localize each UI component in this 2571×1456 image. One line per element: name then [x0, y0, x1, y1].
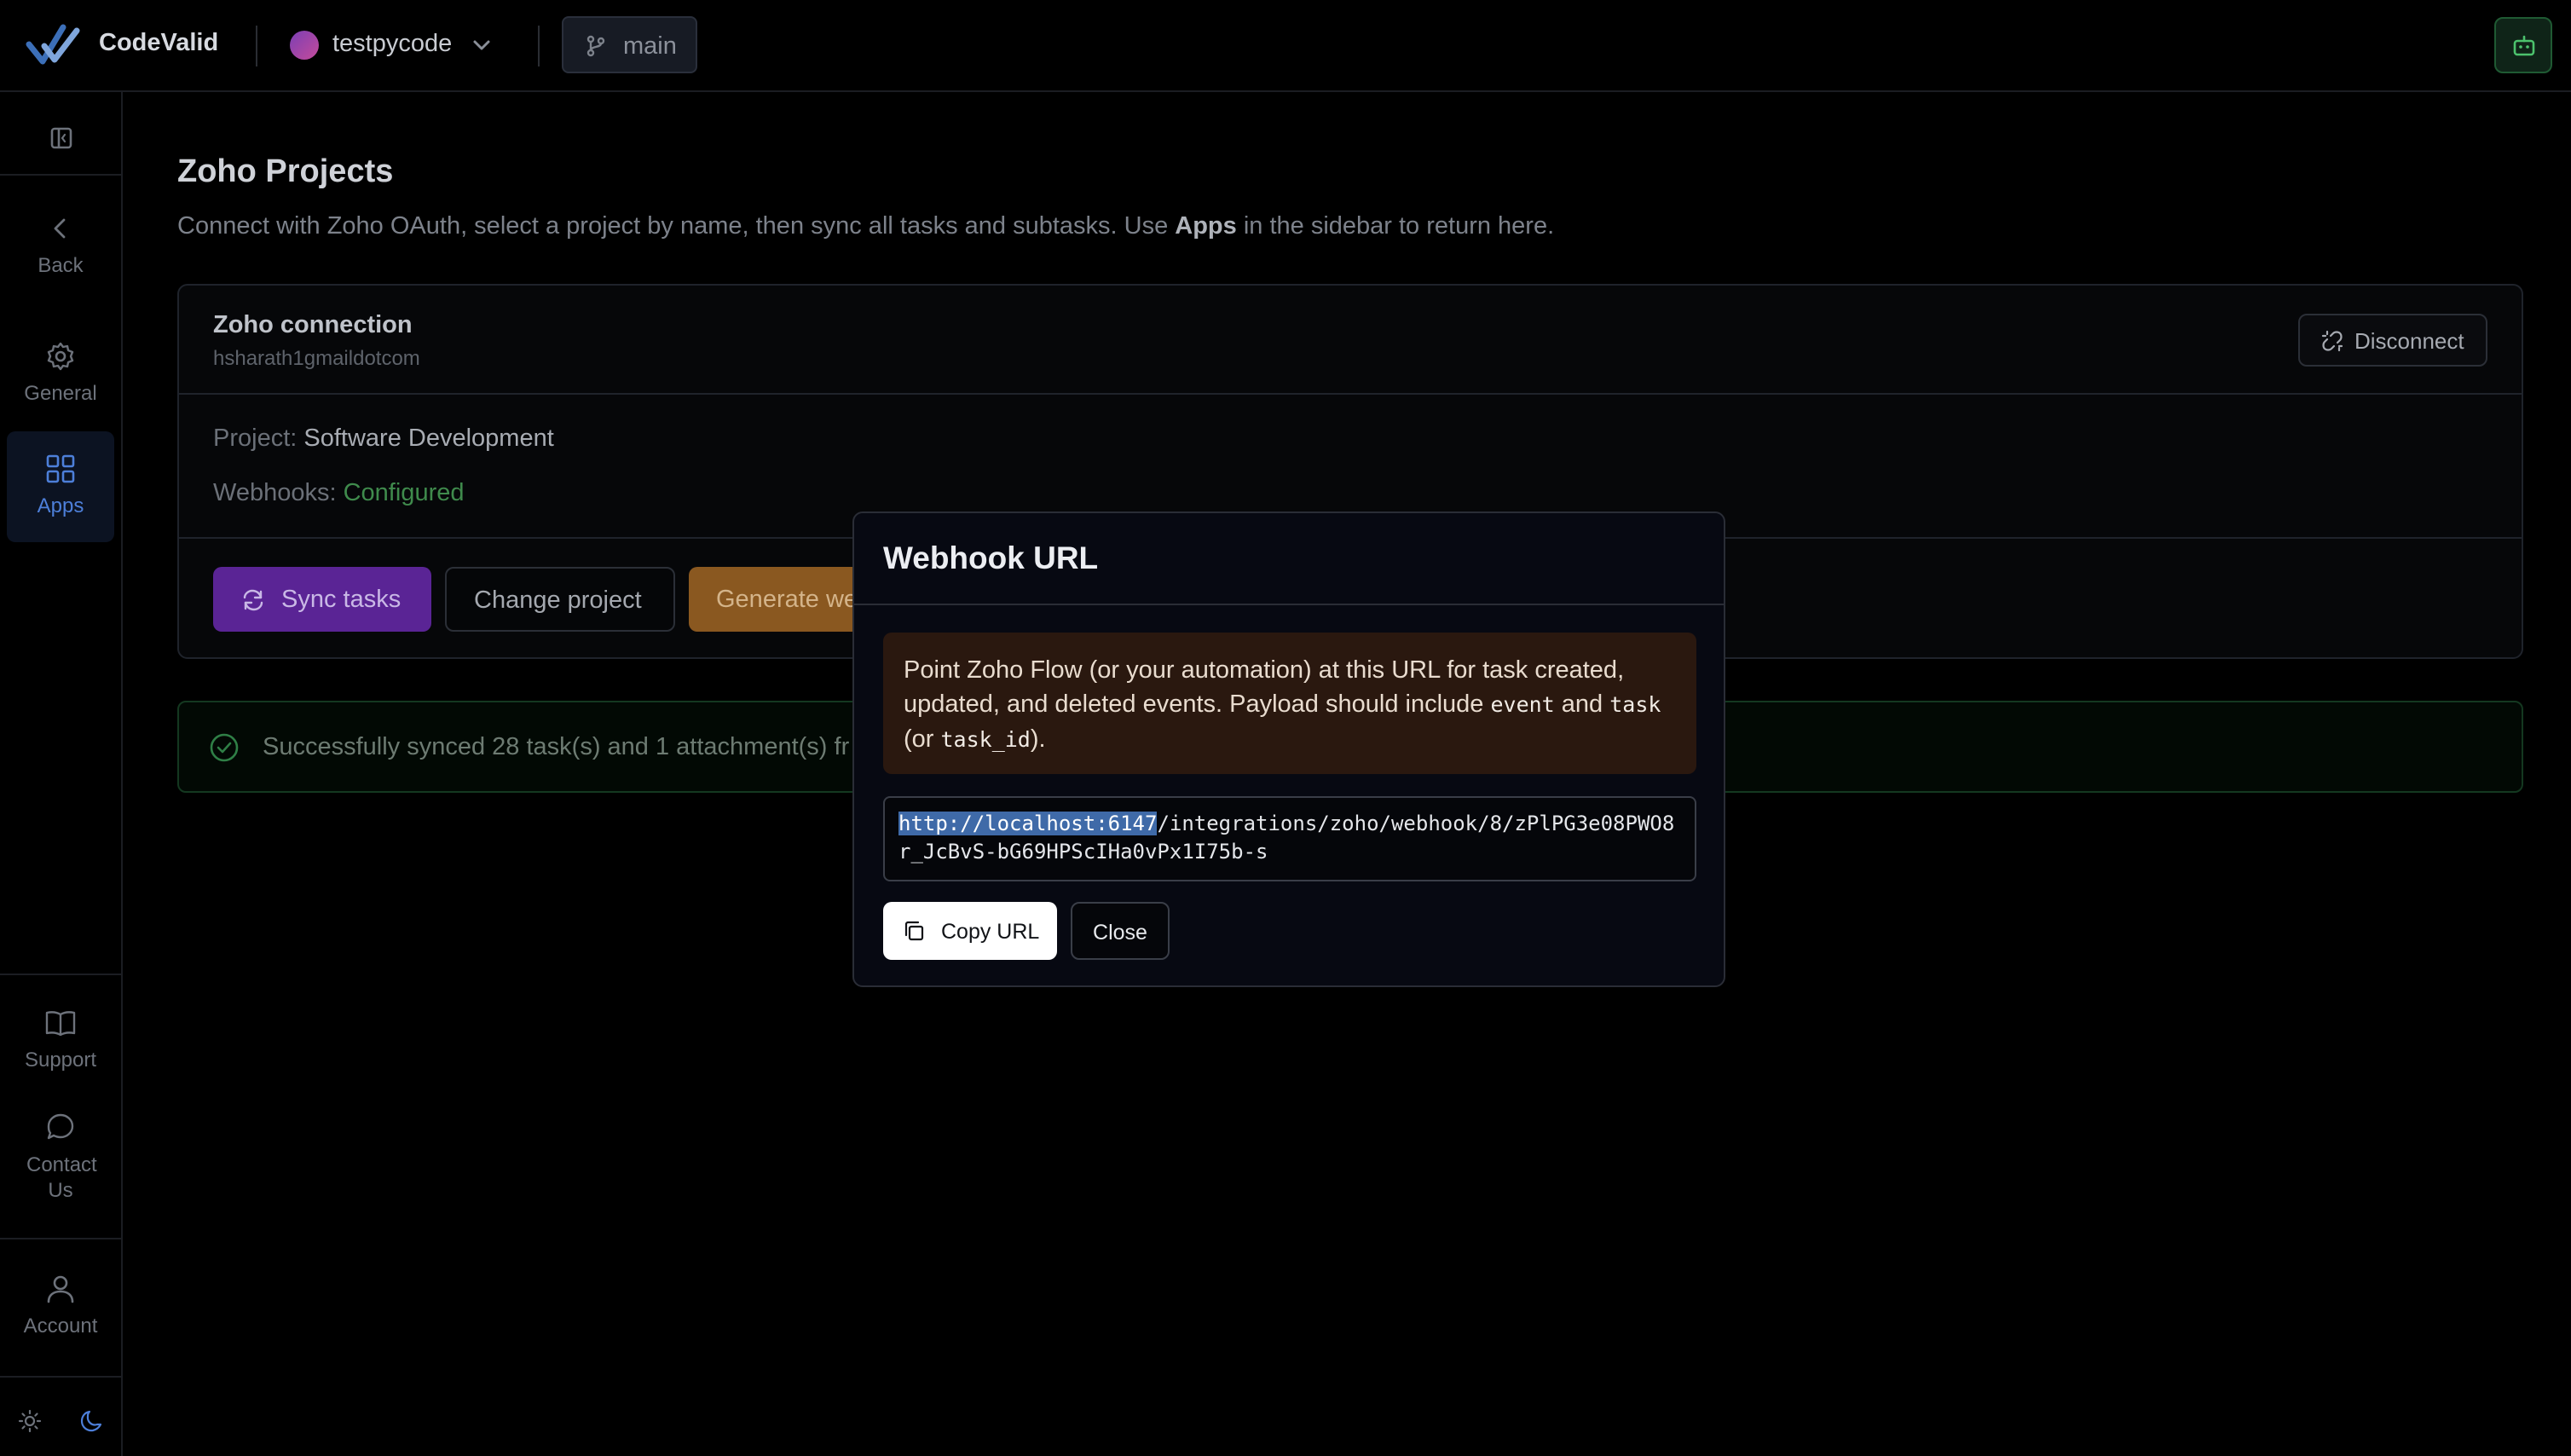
- sun-icon[interactable]: [17, 1408, 43, 1434]
- chevron-down-icon: [471, 36, 493, 55]
- app-name: CodeValid: [99, 29, 219, 56]
- sidebar: Back General Apps Support Contact Us Acc…: [0, 92, 123, 1456]
- unlink-icon: [2321, 330, 2343, 352]
- sidebar-item-back[interactable]: Back: [7, 211, 114, 297]
- sidebar-item-label: Back: [38, 254, 84, 277]
- sidebar-item-label: Apps: [37, 494, 84, 517]
- copy-url-label: Copy URL: [941, 920, 1040, 944]
- sidebar-item-label: Support: [24, 1049, 97, 1072]
- webhooks-status: Webhooks: Configured: [213, 479, 465, 506]
- refresh-icon: [243, 589, 263, 611]
- sidebar-item-contact-us[interactable]: Contact Us: [7, 1110, 114, 1221]
- divider: [0, 974, 121, 975]
- sidebar-toggle-icon[interactable]: [44, 121, 78, 155]
- top-bar: CodeValid testpycode main: [0, 0, 2571, 92]
- sidebar-item-label: Contact Us: [26, 1153, 97, 1202]
- alert-text: Successfully synced 28 task(s) and 1 att…: [263, 733, 850, 760]
- divider: [538, 26, 540, 66]
- check-circle-icon: [210, 733, 239, 762]
- disconnect-button[interactable]: Disconnect: [2298, 314, 2487, 367]
- chevron-left-icon: [43, 211, 78, 246]
- webhook-instructions: Point Zoho Flow (or your automation) at …: [883, 633, 1696, 774]
- project-value: Software Development: [303, 425, 554, 452]
- selected-text: http://localhost:6147: [898, 812, 1158, 835]
- divider: [0, 174, 121, 176]
- close-button[interactable]: Close: [1071, 902, 1170, 960]
- dialog-title: Webhook URL: [883, 540, 1099, 575]
- sidebar-item-apps[interactable]: Apps: [7, 431, 114, 542]
- sidebar-item-general[interactable]: General: [7, 339, 114, 425]
- copy-icon: [904, 921, 924, 941]
- codevalid-logo-icon[interactable]: [26, 19, 80, 72]
- bot-button[interactable]: [2494, 17, 2552, 73]
- moon-icon[interactable]: [78, 1408, 104, 1434]
- bot-icon: [2513, 35, 2535, 56]
- connection-account: hsharath1gmaildotcom: [213, 347, 420, 370]
- divider: [256, 26, 257, 66]
- webhook-url-dialog: Webhook URL Point Zoho Flow (or your aut…: [852, 511, 1725, 987]
- book-icon: [43, 1006, 78, 1040]
- card-header: Zoho connection hsharath1gmaildotcom Dis…: [179, 286, 2522, 395]
- change-project-label: Change project: [474, 586, 642, 614]
- divider: [0, 1238, 121, 1239]
- sidebar-item-label: Account: [23, 1314, 98, 1338]
- change-project-button[interactable]: Change project: [445, 567, 675, 632]
- gear-icon: [43, 339, 78, 373]
- branch-selector[interactable]: main: [562, 16, 697, 73]
- sync-tasks-label: Sync tasks: [281, 586, 402, 613]
- copy-url-button[interactable]: Copy URL: [883, 902, 1057, 960]
- sidebar-item-account[interactable]: Account: [7, 1272, 114, 1357]
- project-avatar: [290, 31, 319, 60]
- user-icon: [43, 1272, 78, 1306]
- divider: [854, 604, 1724, 605]
- webhooks-value: Configured: [343, 479, 465, 506]
- grid-icon: [43, 452, 78, 486]
- project-info: Project: Software Development: [213, 425, 554, 452]
- generate-webhook-label: Generate we: [716, 586, 858, 613]
- connection-title: Zoho connection: [213, 311, 413, 338]
- page-title: Zoho Projects: [177, 153, 394, 189]
- git-branch-icon: [584, 34, 608, 58]
- page-description: Connect with Zoho OAuth, select a projec…: [177, 212, 1555, 240]
- close-label: Close: [1093, 921, 1147, 945]
- sidebar-item-support[interactable]: Support: [7, 1006, 114, 1091]
- branch-name: main: [623, 32, 677, 60]
- sync-tasks-button[interactable]: Sync tasks: [213, 567, 431, 632]
- sidebar-item-label: General: [24, 382, 97, 405]
- disconnect-label: Disconnect: [2354, 328, 2464, 354]
- project-name: testpycode: [332, 30, 453, 57]
- divider: [0, 1376, 121, 1378]
- chat-icon: [43, 1110, 78, 1144]
- webhook-url-field[interactable]: http://localhost:6147/integrations/zoho/…: [883, 796, 1696, 881]
